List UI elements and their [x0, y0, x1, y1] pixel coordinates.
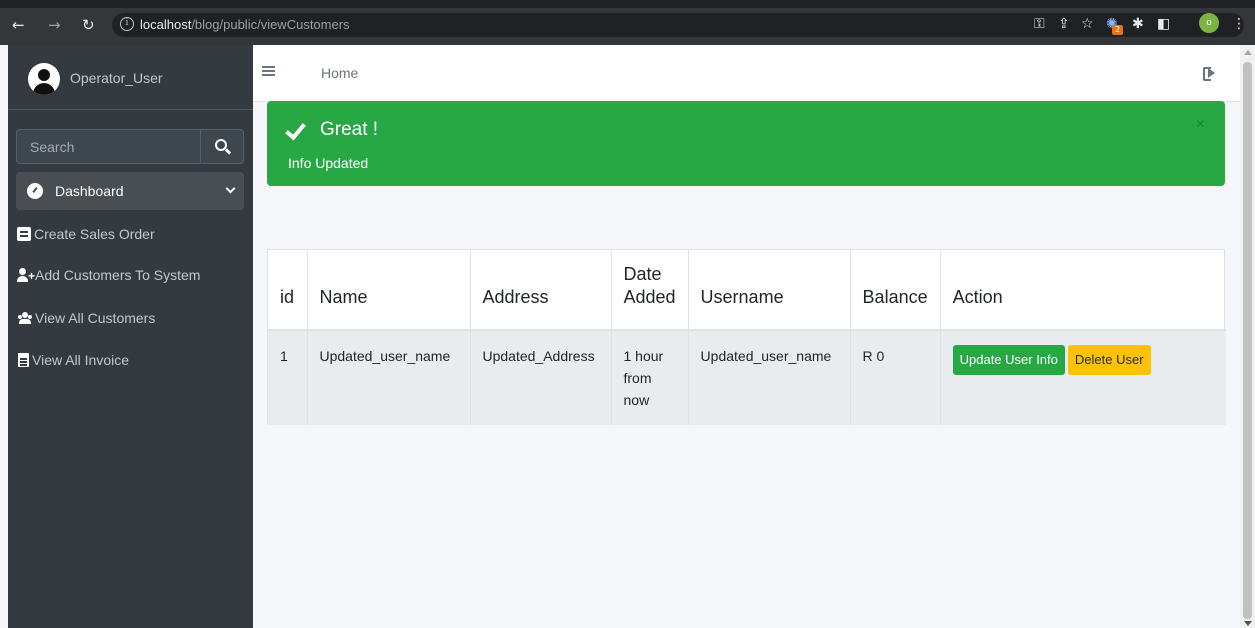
- delete-user-button[interactable]: Delete User: [1067, 345, 1151, 375]
- share-icon[interactable]: ⇪: [1058, 17, 1070, 31]
- site-info-icon[interactable]: i: [120, 17, 134, 31]
- column-header-address: Address: [470, 250, 612, 331]
- sidebar-item-label: Create Sales Order: [34, 226, 155, 242]
- column-header-action: Action: [940, 250, 1226, 331]
- chevron-down-icon: [225, 183, 236, 194]
- top-navbar: Home: [253, 45, 1240, 102]
- table-row: 1 Updated_user_name Updated_Address 1 ho…: [268, 330, 1226, 425]
- user-plus-icon: +: [17, 268, 35, 282]
- user-avatar-icon: [28, 63, 60, 95]
- bookmark-star-icon[interactable]: ☆: [1081, 17, 1094, 31]
- tachometer-icon: [27, 183, 43, 199]
- sidebar-item-view-all-customers[interactable]: View All Customers: [16, 299, 244, 337]
- column-header-balance: Balance: [850, 250, 941, 331]
- alert-message: Info Updated: [288, 155, 369, 171]
- cell-id: 1: [268, 330, 308, 425]
- scroll-down-arrow-icon[interactable]: [1244, 621, 1252, 626]
- cell-action: Update User Info Delete User: [940, 330, 1226, 425]
- sidebar-item-dashboard[interactable]: Dashboard: [16, 172, 244, 210]
- document-icon: [17, 227, 31, 241]
- hamburger-menu-icon[interactable]: [262, 66, 275, 68]
- user-name[interactable]: Operator_User: [70, 70, 163, 86]
- cell-balance: R 0: [850, 330, 941, 425]
- customers-table-card: id Name Address Date Added Username Bala…: [267, 249, 1226, 425]
- address-bar[interactable]: i localhost/blog/public/viewCustomers: [112, 13, 1244, 37]
- browser-tab-strip: [0, 0, 1255, 8]
- browser-toolbar: ← → ↻ i localhost/blog/public/viewCustom…: [0, 0, 1255, 45]
- sidebar-search: [16, 129, 244, 164]
- alert-title: Great !: [320, 119, 379, 140]
- sidebar-item-label: View All Invoice: [32, 352, 130, 368]
- users-icon: [18, 311, 32, 325]
- key-icon[interactable]: ⚿: [1034, 17, 1045, 31]
- sidebar-item-view-all-invoice[interactable]: View All Invoice: [16, 341, 244, 379]
- check-icon: [285, 118, 306, 141]
- cell-username: Updated_user_name: [688, 330, 851, 425]
- update-user-info-button[interactable]: Update User Info: [952, 345, 1065, 375]
- column-header-id: id: [268, 250, 308, 331]
- sidebar-item-label: Dashboard: [55, 183, 124, 199]
- profile-avatar[interactable]: o: [1199, 13, 1219, 33]
- forward-icon[interactable]: →: [48, 17, 61, 33]
- side-panel-icon[interactable]: ◧: [1157, 17, 1170, 31]
- close-icon[interactable]: ×: [1196, 117, 1205, 133]
- sidebar-item-add-customers[interactable]: + Add Customers To System: [16, 256, 244, 294]
- logout-icon[interactable]: [1203, 67, 1217, 81]
- scroll-up-arrow-icon[interactable]: [1244, 50, 1252, 55]
- sidebar-item-label: Add Customers To System: [35, 267, 201, 283]
- url-text[interactable]: localhost/blog/public/viewCustomers: [140, 17, 350, 32]
- more-menu-icon[interactable]: ⋮: [1232, 17, 1246, 31]
- scrollbar-thumb[interactable]: [1243, 62, 1252, 619]
- sidebar-item-label: View All Customers: [35, 310, 156, 326]
- sidebar: Operator_User Dashboard Create Sales Ord…: [8, 45, 253, 628]
- column-header-date-added: Date Added: [611, 250, 689, 331]
- cell-name: Updated_user_name: [307, 330, 471, 425]
- sidebar-item-create-sales-order[interactable]: Create Sales Order: [16, 215, 244, 253]
- page-scrollbar[interactable]: [1240, 45, 1255, 628]
- invoice-icon: [18, 353, 29, 367]
- success-alert: Great ! Info Updated ×: [267, 101, 1225, 186]
- home-link[interactable]: Home: [321, 65, 358, 81]
- column-header-username: Username: [688, 250, 851, 331]
- reload-icon[interactable]: ↻: [82, 17, 95, 33]
- extensions-puzzle-icon[interactable]: ✱: [1132, 17, 1144, 31]
- user-panel[interactable]: Operator_User: [8, 45, 253, 110]
- table-header-row: id Name Address Date Added Username Bala…: [268, 250, 1226, 331]
- customers-table: id Name Address Date Added Username Bala…: [268, 250, 1226, 425]
- column-header-name: Name: [307, 250, 471, 331]
- search-button[interactable]: [200, 129, 244, 164]
- extension-badge: 2: [1112, 25, 1123, 35]
- back-icon[interactable]: ←: [12, 17, 25, 33]
- cell-address: Updated_Address: [470, 330, 612, 425]
- cell-date-added: 1 hour from now: [611, 330, 689, 425]
- search-input[interactable]: [16, 129, 200, 164]
